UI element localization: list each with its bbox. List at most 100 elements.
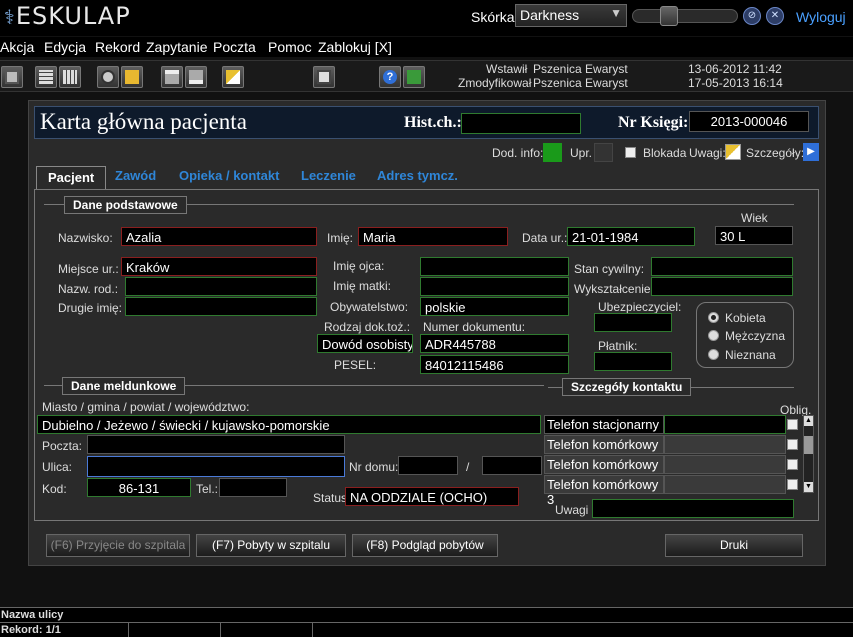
opacity-slider[interactable] <box>632 9 738 23</box>
section-dane-meldunkowe: Dane meldunkowe <box>62 377 186 395</box>
gender-unknown-label: Nieznana <box>725 348 776 362</box>
maiden-field[interactable] <box>125 277 317 296</box>
surname-label: Nazwisko: <box>58 231 113 245</box>
app-logo: ⚕ESKULAP <box>4 2 131 30</box>
menu-pomoc[interactable]: Pomoc <box>268 39 312 55</box>
second-name-label: Drugie imię: <box>58 301 123 315</box>
book-field[interactable]: 2013-000046 <box>689 111 809 132</box>
tab-opieka[interactable]: Opieka / kontakt <box>179 168 279 183</box>
pencil-button[interactable] <box>222 66 244 88</box>
dob-field[interactable]: 21-01-1984 <box>567 227 695 246</box>
menu-akcja[interactable]: Akcja <box>0 39 34 55</box>
added-by: Pszenica Ewaryst <box>533 62 628 76</box>
menu-zablokuj[interactable]: Zablokuj [X] <box>318 39 392 55</box>
mother-field[interactable] <box>420 277 569 296</box>
status-field[interactable]: NA ODDZIALE (OCHO) <box>345 487 519 506</box>
status-cell <box>220 623 221 637</box>
save-button[interactable] <box>1 66 23 88</box>
oblig-checkbox-3[interactable] <box>787 459 798 470</box>
menu-bar: Akcja Edycja Rekord Zapytanie Poczta Pom… <box>0 37 853 57</box>
code-field[interactable]: 86-131 <box>87 478 191 497</box>
education-field[interactable] <box>651 277 793 296</box>
oblig-checkbox-2[interactable] <box>787 439 798 450</box>
payer-field[interactable] <box>594 352 672 371</box>
added-at: 13-06-2012 11:42 <box>688 62 782 76</box>
oblig-checkbox-4[interactable] <box>787 479 798 490</box>
age-field[interactable]: 30 L <box>715 226 793 245</box>
citizenship-field[interactable]: polskie <box>420 297 569 316</box>
post-field[interactable] <box>87 435 345 454</box>
menu-rekord[interactable]: Rekord <box>95 39 140 55</box>
phone-field-mobile-1[interactable] <box>664 435 786 454</box>
edit-button[interactable] <box>121 66 143 88</box>
house-field[interactable] <box>398 456 458 475</box>
scroll-thumb[interactable] <box>804 436 813 454</box>
tab-adres[interactable]: Adres tymcz. <box>377 168 458 183</box>
scroll-down-icon[interactable]: ▼ <box>804 482 813 492</box>
maiden-label: Nazw. rod.: <box>58 282 119 296</box>
close-icon[interactable]: ✕ <box>766 7 784 25</box>
gender-male-radio[interactable] <box>708 330 719 341</box>
status-field-name: Nazwa ulicy <box>1 609 64 621</box>
menu-zapytanie[interactable]: Zapytanie <box>146 39 207 55</box>
gender-female-radio[interactable] <box>708 312 719 323</box>
uwagi-label: Uwagi: <box>689 146 726 160</box>
tab-zawod[interactable]: Zawód <box>115 168 156 183</box>
blokada-checkbox[interactable] <box>625 147 636 158</box>
skin-label: Skórka <box>471 9 515 25</box>
play-icon[interactable]: ▶ <box>803 143 819 161</box>
contact-notes-field[interactable] <box>592 499 794 518</box>
second-name-field[interactable] <box>125 297 317 316</box>
print-button[interactable] <box>161 66 183 88</box>
tel-field[interactable] <box>219 478 287 497</box>
oblig-checkbox-1[interactable] <box>787 419 798 430</box>
chevron-down-icon: ▼ <box>610 6 622 20</box>
phone-field-mobile-3[interactable] <box>664 475 786 494</box>
father-field[interactable] <box>420 257 569 276</box>
admit-button[interactable]: (F6) Przyjęcie do szpitala <box>46 534 190 557</box>
insurer-field[interactable] <box>594 313 672 332</box>
hist-field[interactable] <box>461 113 581 134</box>
print-documents-button[interactable]: Druki <box>665 534 803 557</box>
logout-link[interactable]: Wyloguj <box>796 9 846 25</box>
menu-edycja[interactable]: Edycja <box>44 39 86 55</box>
doctype-field[interactable]: Dowód osobisty <box>317 334 413 353</box>
exit-button[interactable] <box>403 66 425 88</box>
page-title: Karta główna pacjenta <box>40 109 247 134</box>
phone-field-mobile-2[interactable] <box>664 455 786 474</box>
name-field[interactable]: Maria <box>358 227 508 246</box>
flat-field[interactable] <box>482 456 542 475</box>
print-preview-button[interactable] <box>185 66 207 88</box>
gender-male-label: Mężczyzna <box>725 329 786 343</box>
birthplace-field[interactable]: Kraków <box>121 257 317 276</box>
calculator-button[interactable] <box>313 66 335 88</box>
tab-leczenie[interactable]: Leczenie <box>301 168 356 183</box>
added-label: Wstawił <box>486 62 528 76</box>
grid-delete-button[interactable] <box>59 66 81 88</box>
slider-handle[interactable] <box>660 6 678 26</box>
marital-field[interactable] <box>651 257 793 276</box>
toolbar: ? Wstawił Pszenica Ewaryst 13-06-2012 11… <box>0 60 853 92</box>
reset-icon[interactable]: ⊘ <box>743 7 761 25</box>
pesel-field[interactable]: 84012115486 <box>420 355 569 374</box>
tab-pacjent[interactable]: Pacjent <box>36 166 107 189</box>
docnum-field[interactable]: ADR445788 <box>420 334 569 353</box>
phone-field-landline[interactable] <box>664 415 786 434</box>
skin-select[interactable]: Darkness ▼ <box>515 4 627 27</box>
city-field[interactable]: Dubielno / Jeżewo / świecki / kujawsko-p… <box>37 415 541 434</box>
help-button[interactable]: ? <box>379 66 401 88</box>
scroll-up-icon[interactable]: ▲ <box>804 416 813 426</box>
grid-button[interactable] <box>35 66 57 88</box>
menu-poczta[interactable]: Poczta <box>213 39 256 55</box>
street-label: Ulica: <box>42 460 73 474</box>
stays-button[interactable]: (F7) Pobyty w szpitalu <box>196 534 346 557</box>
notes-icon[interactable] <box>725 144 741 160</box>
street-field[interactable] <box>87 456 345 477</box>
surname-field[interactable]: Azalia <box>121 227 317 246</box>
gender-unknown-radio[interactable] <box>708 349 719 360</box>
hist-label: Hist.ch.: <box>404 114 462 131</box>
dod-info-indicator[interactable] <box>543 143 562 162</box>
search-button[interactable] <box>97 66 119 88</box>
preview-button[interactable]: (F8) Podgląd pobytów <box>352 534 498 557</box>
upr-indicator[interactable] <box>594 143 613 162</box>
